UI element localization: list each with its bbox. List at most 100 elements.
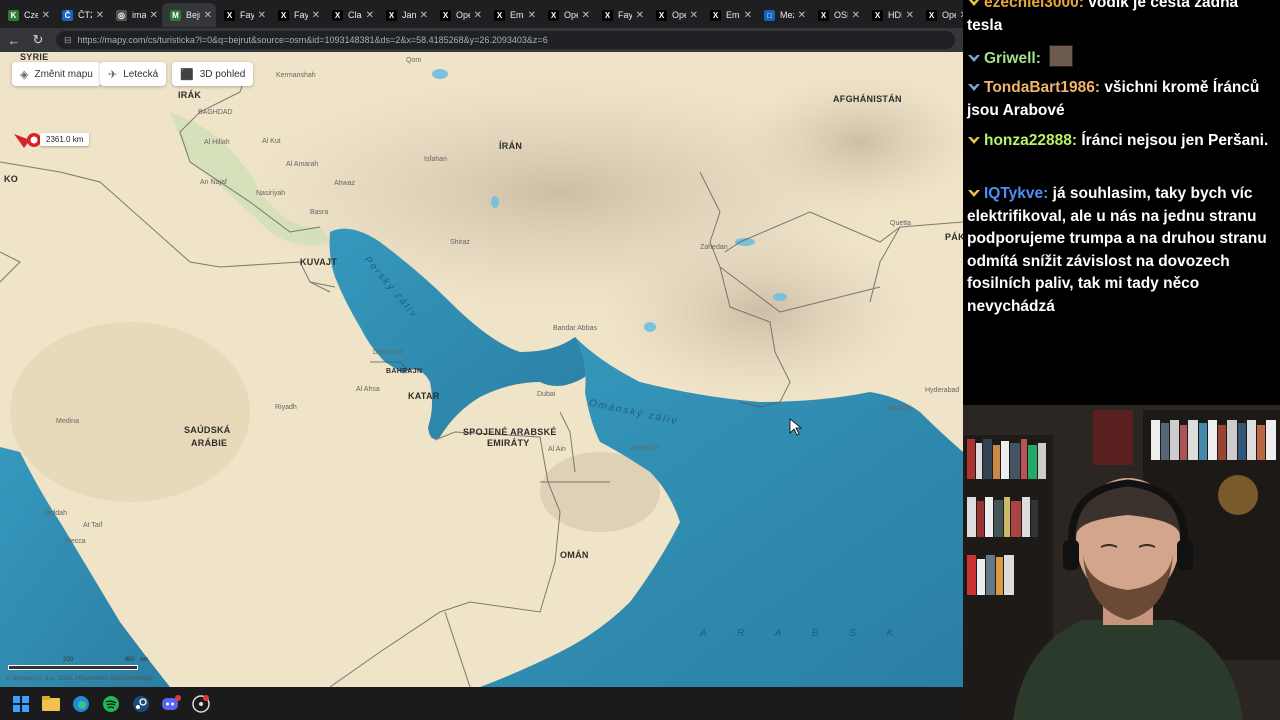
tab-close-icon[interactable]: ✕	[798, 10, 806, 21]
city-basra: Basra	[310, 209, 329, 216]
file-explorer-icon[interactable]	[36, 689, 66, 719]
tab-favicon-icon: X	[710, 9, 721, 21]
tab-close-icon[interactable]: ✕	[744, 10, 752, 21]
browser-tab[interactable]: □ Mez ✕	[756, 3, 810, 27]
browser-tab[interactable]: XOpe✕	[648, 3, 702, 27]
tab-close-icon[interactable]: ✕	[312, 10, 320, 21]
chat-text: já souhlasim, taky bych víc elektrifikov…	[967, 185, 1267, 315]
tab-bar: K Czec ✕ Č ČT24 ✕ ◎ imag ✕ M Bejrú ✕ X Fayt ✕ X Fayt ✕ X Cl…	[0, 0, 963, 28]
chat-username[interactable]: Griwell	[984, 50, 1036, 67]
city-al-kut: Al Kut	[262, 138, 281, 145]
back-icon[interactable]: ←	[4, 33, 24, 48]
browser-window: K Czec ✕ Č ČT24 ✕ ◎ imag ✕ M Bejrú ✕ X Fayt ✕ X Fayt ✕ X Cl…	[0, 0, 963, 687]
country-label-pakistan: PÁK	[945, 232, 963, 242]
country-label-syria: SYRIE	[20, 52, 49, 62]
city-quetta: Quetta	[890, 220, 912, 227]
obs-icon[interactable]	[186, 689, 216, 719]
tab-close-icon[interactable]: ✕	[420, 10, 428, 21]
city-at-taif: At Taif	[83, 522, 103, 529]
tab-close-icon[interactable]: ✕	[204, 10, 212, 21]
tab-favicon-icon: X	[602, 9, 613, 21]
3d-view-button[interactable]: ⬛ 3D pohled	[172, 62, 254, 86]
country-label-saudi-2: ARÁBIE	[191, 438, 228, 448]
chat-badge-icon	[967, 78, 981, 91]
steam-icon[interactable]	[126, 689, 156, 719]
city-medina: Medina	[56, 418, 79, 425]
tab-favicon-icon: K	[8, 9, 19, 21]
country-label-oman: OMÁN	[560, 550, 589, 560]
tab-close-icon[interactable]: ✕	[474, 10, 482, 21]
browser-tab[interactable]: X Clas ✕	[324, 3, 378, 27]
browser-tab[interactable]: XOpe✕	[540, 3, 594, 27]
country-label-kuwait: KUVAJT	[300, 257, 338, 267]
windows-start-icon[interactable]	[6, 689, 36, 719]
chat-username[interactable]: TondaBart1986	[984, 79, 1095, 96]
browser-tab[interactable]: X Fayt ✕	[216, 3, 270, 27]
spotify-icon[interactable]	[96, 689, 126, 719]
tab-favicon-icon: □	[764, 9, 775, 21]
aerial-button[interactable]: ✈ Letecká	[100, 62, 167, 86]
tab-close-icon[interactable]: ✕	[258, 10, 266, 21]
tab-label: Mez	[780, 10, 794, 20]
chat-username[interactable]: honza22888	[984, 132, 1072, 149]
tab-close-icon[interactable]: ✕	[852, 10, 860, 21]
reload-icon[interactable]: ↻	[28, 32, 48, 48]
city-baghdad: BAGHDAD	[198, 109, 233, 116]
browser-tab[interactable]: K Czec ✕	[0, 3, 54, 27]
city-jeddah: Jeddah	[44, 510, 67, 517]
discord-icon[interactable]	[156, 689, 186, 719]
edge-icon[interactable]	[66, 689, 96, 719]
site-info-icon[interactable]: ⊟	[64, 35, 72, 46]
tab-favicon-icon: X	[872, 9, 883, 21]
country-label-qatar: KATAR	[408, 391, 440, 401]
country-label-afghanistan: AFGHÁNISTÁN	[833, 94, 902, 104]
browser-tab[interactable]: X Ema ✕	[486, 3, 540, 27]
tab-close-icon[interactable]: ✕	[528, 10, 536, 21]
city-riyadh: Riyadh	[275, 404, 297, 411]
map-view[interactable]: ◈ Změnit mapu ✈ Letecká ⬛ 3D pohled 2361…	[0, 52, 963, 687]
browser-tab[interactable]: M Bejrú ✕	[162, 3, 216, 27]
tab-label: Ema	[726, 10, 740, 20]
tab-label: ČT24	[78, 10, 92, 20]
browser-tab[interactable]: X Ema ✕	[702, 3, 756, 27]
country-label-iraq: IRÁK	[178, 90, 202, 100]
browser-tab[interactable]: XOpe✕	[432, 3, 486, 27]
browser-tab[interactable]: X HDI ✕	[864, 3, 918, 27]
chat-message: TondaBart1986: všichni kromě Íránců jsou…	[967, 78, 1260, 119]
change-map-button[interactable]: ◈ Změnit mapu	[12, 62, 101, 86]
tab-close-icon[interactable]: ✕	[690, 10, 698, 21]
tab-label: Czec	[24, 10, 38, 20]
browser-tab[interactable]: X Jan I ✕	[378, 3, 432, 27]
browser-tab[interactable]: XOpe✕	[918, 3, 963, 27]
tab-close-icon[interactable]: ✕	[366, 10, 374, 21]
city-ahwaz: Ahwaz	[334, 180, 356, 187]
address-bar: ← ↻ ⊟ https://mapy.com/cs/turisticka?l=0…	[0, 28, 963, 52]
sea-label-arabian: A R A B S K	[700, 628, 908, 639]
city-qom: Qom	[406, 57, 422, 64]
tab-close-icon[interactable]: ✕	[96, 10, 104, 21]
url-field[interactable]: ⊟ https://mapy.com/cs/turisticka?l=0&q=b…	[56, 31, 955, 49]
chat-message: IQTykve: já souhlasim, taky bych víc ele…	[967, 185, 1267, 315]
chat-username[interactable]: IQTykve	[984, 185, 1043, 202]
browser-tab[interactable]: X OSIN ✕	[810, 3, 864, 27]
browser-tab[interactable]: X Fayt ✕	[270, 3, 324, 27]
webcam-image	[963, 405, 1280, 720]
map-scale: 200 400 km	[8, 657, 148, 670]
tab-favicon-icon: X	[386, 9, 397, 21]
browser-tab[interactable]: Č ČT24 ✕	[54, 3, 108, 27]
tab-close-icon[interactable]: ✕	[150, 10, 158, 21]
chat-username[interactable]: ezechiel3000	[984, 0, 1079, 11]
map-copyright[interactable]: © Seznam.cz, a.s., 2026, Přispěvatelé Op…	[6, 676, 152, 682]
city-shiraz: Shiraz	[450, 239, 470, 246]
tab-close-icon[interactable]: ✕	[42, 10, 50, 21]
browser-tab[interactable]: ◎ imag ✕	[108, 3, 162, 27]
chat-badge-icon	[967, 131, 981, 144]
map-canvas[interactable]	[0, 52, 963, 687]
chat-message: Griwell:	[967, 45, 1272, 71]
city-dubai: Dubai	[537, 391, 556, 398]
browser-tab[interactable]: X Fayt ✕	[594, 3, 648, 27]
tab-close-icon[interactable]: ✕	[582, 10, 590, 21]
tab-close-icon[interactable]: ✕	[906, 10, 914, 21]
tab-close-icon[interactable]: ✕	[636, 10, 644, 21]
city-al-ahsa: Al Ahsa	[356, 386, 380, 393]
